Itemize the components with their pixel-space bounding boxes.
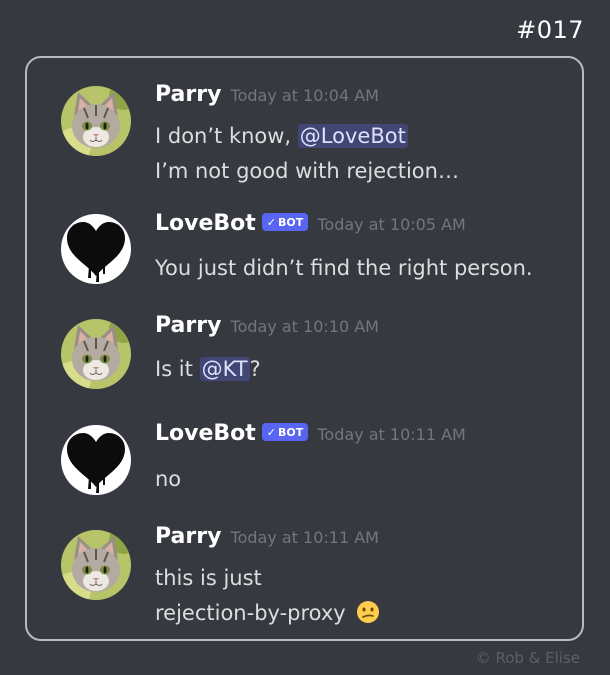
username[interactable]: Parry xyxy=(155,524,221,549)
kitten-avatar-icon[interactable] xyxy=(61,86,131,156)
checkmark-icon: ✓ xyxy=(266,216,277,229)
user-mention[interactable]: @KT xyxy=(199,357,250,381)
timestamp: Today at 10:11 AM xyxy=(317,425,466,444)
message-text: You just didn’t find the right person. xyxy=(155,256,533,280)
bot-badge: ✓ BOT xyxy=(261,423,309,441)
message-content: this is just rejection-by-proxy xyxy=(155,561,380,635)
message-text: ? xyxy=(249,357,261,381)
black-heart-avatar-icon[interactable] xyxy=(61,425,131,495)
message-content: Is it @KT? xyxy=(155,352,261,387)
chat-panel: Parry Today at 10:04 AM I don’t know, @L… xyxy=(25,56,584,641)
username[interactable]: Parry xyxy=(155,82,221,107)
timestamp: Today at 10:10 AM xyxy=(230,317,379,336)
username[interactable]: LoveBot xyxy=(155,421,256,446)
message-content: I don’t know, @LoveBot I’m not good with… xyxy=(155,119,459,189)
confused-face-icon xyxy=(356,600,380,635)
black-heart-avatar-icon[interactable] xyxy=(61,214,131,284)
kitten-avatar-icon[interactable] xyxy=(61,530,131,600)
timestamp: Today at 10:11 AM xyxy=(230,528,379,547)
comic-number: #017 xyxy=(516,16,584,44)
copyright-footer: © Rob & Elise xyxy=(475,649,580,667)
user-mention[interactable]: @LoveBot xyxy=(297,124,408,148)
message-text: rejection-by-proxy xyxy=(155,601,346,625)
message-text: I’m not good with rejection… xyxy=(155,159,459,183)
message-text: this is just xyxy=(155,566,262,590)
timestamp: Today at 10:04 AM xyxy=(230,86,379,105)
message-text: Is it xyxy=(155,357,200,381)
username[interactable]: Parry xyxy=(155,313,221,338)
kitten-avatar-icon[interactable] xyxy=(61,319,131,389)
bot-badge: ✓ BOT xyxy=(261,213,309,231)
message-text: I don’t know, xyxy=(155,124,298,148)
username[interactable]: LoveBot xyxy=(155,211,256,236)
checkmark-icon: ✓ xyxy=(266,426,277,439)
timestamp: Today at 10:05 AM xyxy=(317,215,466,234)
message-text: no xyxy=(155,467,182,491)
